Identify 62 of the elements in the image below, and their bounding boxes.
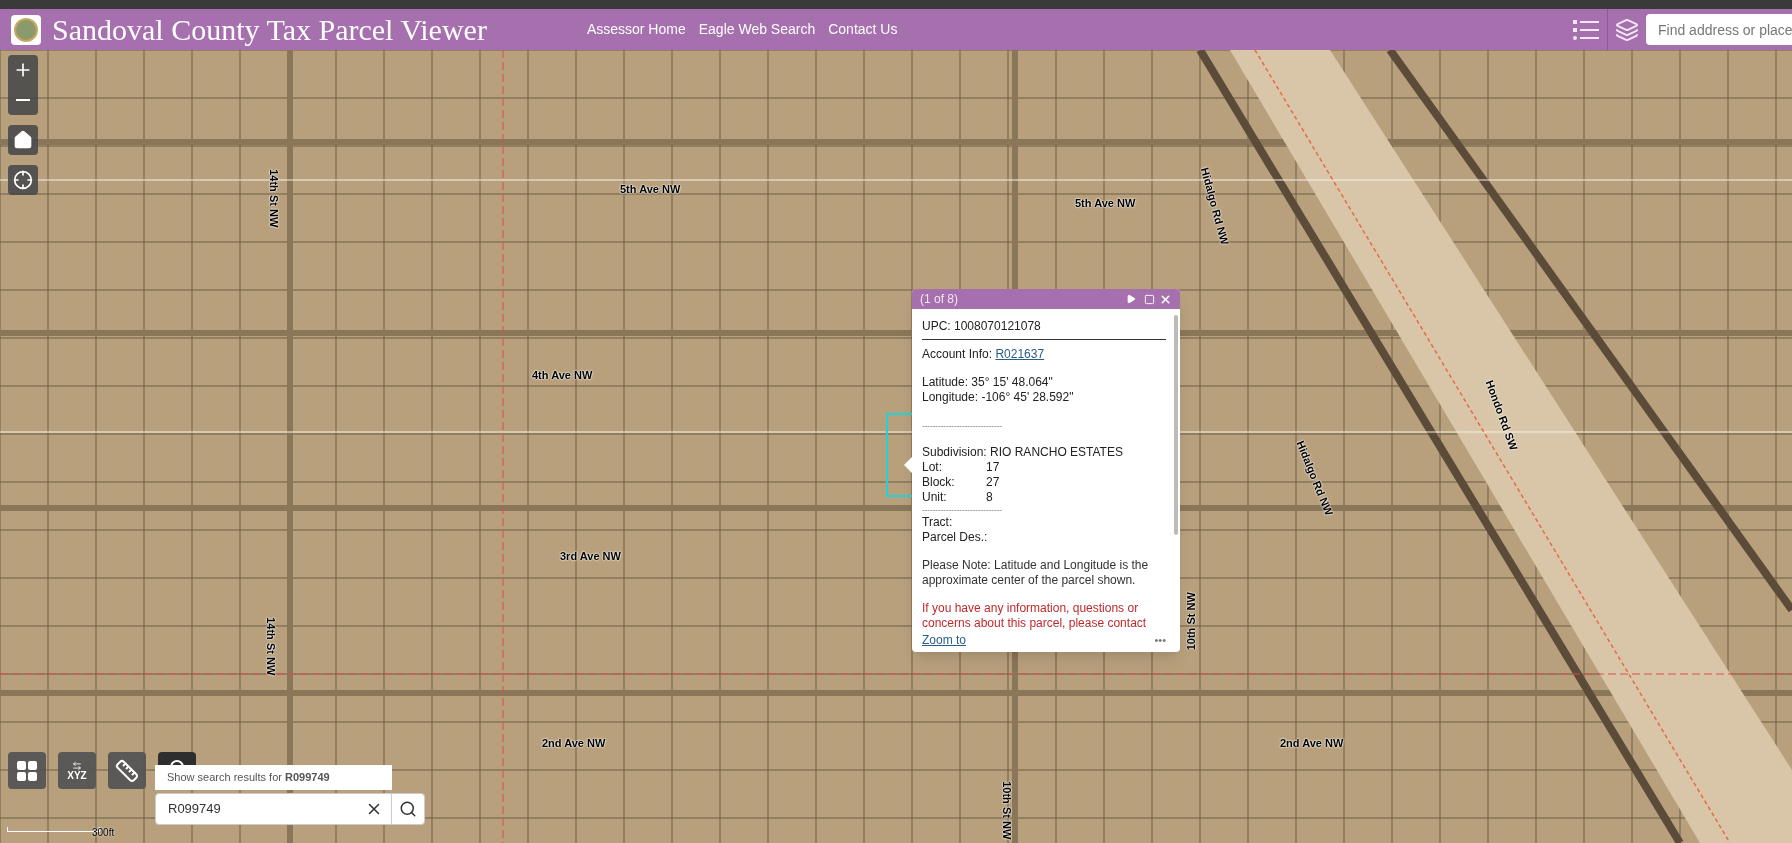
next-feature-button[interactable]	[1126, 294, 1136, 304]
close-button[interactable]	[1159, 292, 1172, 306]
road-label: 2nd Ave NW	[1280, 736, 1344, 751]
parcel-des-label: Parcel Des.:	[922, 530, 989, 545]
more-button[interactable]: •••	[1154, 633, 1166, 648]
upc-text: UPC: 1008070121078	[922, 319, 1042, 334]
subdivision-text: Subdivision: RIO RANCHO ESTATES	[922, 445, 1124, 460]
road-label: 2nd Ave NW	[542, 736, 606, 751]
locate-icon	[13, 170, 33, 190]
coordinate-tool-button[interactable]: XYZ	[58, 752, 96, 789]
field-value: 27	[986, 475, 1000, 490]
account-link[interactable]: R021637	[995, 347, 1045, 361]
maximize-button[interactable]	[1144, 293, 1155, 305]
measure-button[interactable]	[108, 752, 146, 789]
zoom-to-link[interactable]: Zoom to	[922, 633, 966, 648]
popup-counter: (1 of 8)	[920, 291, 958, 308]
maximize-icon	[1144, 293, 1155, 305]
road-label: 5th Ave NW	[1075, 196, 1136, 211]
county-seal-logo	[11, 14, 41, 45]
field-value: 8	[986, 490, 993, 505]
header-link[interactable]: Eagle Web Search	[698, 19, 816, 40]
locate-button[interactable]	[8, 165, 38, 195]
divider-text: ------------------------------	[922, 505, 1003, 515]
account-info-label: Account Info:	[922, 347, 993, 361]
field-label: Block:	[922, 475, 956, 490]
latitude-text: Latitude: 35° 15' 48.064"	[922, 375, 1054, 390]
note-text: Please Note: Latitude and Longitude is the approximate center of the parcel shown.	[922, 558, 1150, 588]
home-icon	[13, 130, 33, 150]
header-link[interactable]: Assessor Home	[586, 19, 686, 40]
search-suggestion-menu[interactable]: Show search results for R099749	[155, 765, 392, 790]
road-label: 4th Ave NW	[532, 368, 593, 383]
header-link[interactable]: Contact Us	[828, 19, 898, 40]
grid-icon	[15, 758, 39, 783]
list-icon	[1572, 18, 1599, 41]
minus-icon	[16, 99, 30, 101]
ruler-icon	[115, 758, 139, 783]
home-button[interactable]	[8, 125, 38, 155]
address-search-field[interactable]: Find address or place	[1646, 14, 1792, 45]
close-icon	[1159, 292, 1172, 306]
road-label: 3rd Ave NW	[560, 549, 621, 564]
basemap-gallery-button[interactable]	[8, 752, 46, 789]
road-label: 10th St NW	[1000, 781, 1015, 840]
parcel-search-input[interactable]: R099749	[156, 794, 357, 824]
road-label: 10th St NW	[1183, 592, 1198, 651]
xyz-label: XYZ	[67, 770, 87, 781]
road-label: 5th Ave NW	[620, 182, 681, 197]
scale-label: 300ft	[92, 826, 115, 840]
road-label: Hondo Rd SW	[1482, 378, 1522, 453]
road-label: 14th St NW	[267, 169, 282, 228]
divider-text: ------------------------------	[922, 420, 1003, 432]
road-label: Hidalgo Rd NW	[1197, 165, 1233, 247]
field-label: Unit:	[922, 490, 948, 505]
app-title: Sandoval County Tax Parcel Viewer	[52, 14, 487, 45]
parcel-search-field[interactable]: R099749	[155, 793, 425, 825]
field-label: Lot:	[922, 460, 943, 475]
layers-icon	[1615, 17, 1639, 42]
field-value: 17	[986, 460, 1000, 475]
warning-text: If you have any information, questions or concerns about this parcel, please contact	[922, 601, 1148, 631]
road-label: 14th St NW	[264, 617, 279, 676]
tract-label: Tract:	[922, 515, 954, 530]
longitude-text: Longitude: -106° 45' 28.592"	[922, 390, 1075, 405]
play-icon	[1126, 294, 1136, 304]
